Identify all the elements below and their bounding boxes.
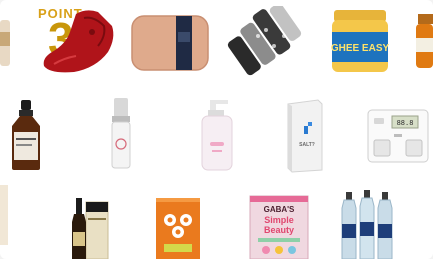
- pouch-brand: GABA'S: [264, 205, 295, 214]
- product-amber-dropper-bottle[interactable]: [6, 98, 46, 172]
- pouch-label-line1: Simple: [264, 215, 294, 225]
- product-pink-pump-bottle[interactable]: [194, 98, 240, 172]
- product-wine-bottle-box[interactable]: [62, 196, 112, 259]
- product-serum-pump-bottle[interactable]: [104, 96, 138, 172]
- product-ghee-easy-jar[interactable]: GHEE EASY: [328, 8, 392, 74]
- product-orange-snack-pouch[interactable]: [152, 194, 204, 259]
- product-white-box[interactable]: SALT?: [282, 98, 326, 174]
- partial-item-left-top[interactable]: [0, 18, 12, 68]
- product-body-pillow[interactable]: [130, 10, 210, 74]
- product-simple-beauty-pouch[interactable]: GABA'S Simple Beauty: [246, 192, 312, 259]
- product-massage-pillow[interactable]: [40, 6, 120, 74]
- white-box-label: SALT?: [299, 142, 315, 148]
- svg-text:88.8: 88.8: [397, 119, 414, 127]
- product-water-bottles[interactable]: [336, 188, 402, 259]
- ghee-easy-label: GHEE EASY: [331, 43, 390, 54]
- product-amber-jar-partial[interactable]: [414, 10, 433, 70]
- product-grid-card: POINT 3 GHEE EASY SALT? 88.8 GABA'S Simp…: [0, 0, 433, 259]
- pouch-label-line2: Beauty: [264, 225, 294, 235]
- product-hair-curlers[interactable]: [222, 6, 306, 78]
- partial-item-left-bottom[interactable]: [0, 185, 10, 245]
- product-body-scale[interactable]: 88.8: [366, 106, 430, 166]
